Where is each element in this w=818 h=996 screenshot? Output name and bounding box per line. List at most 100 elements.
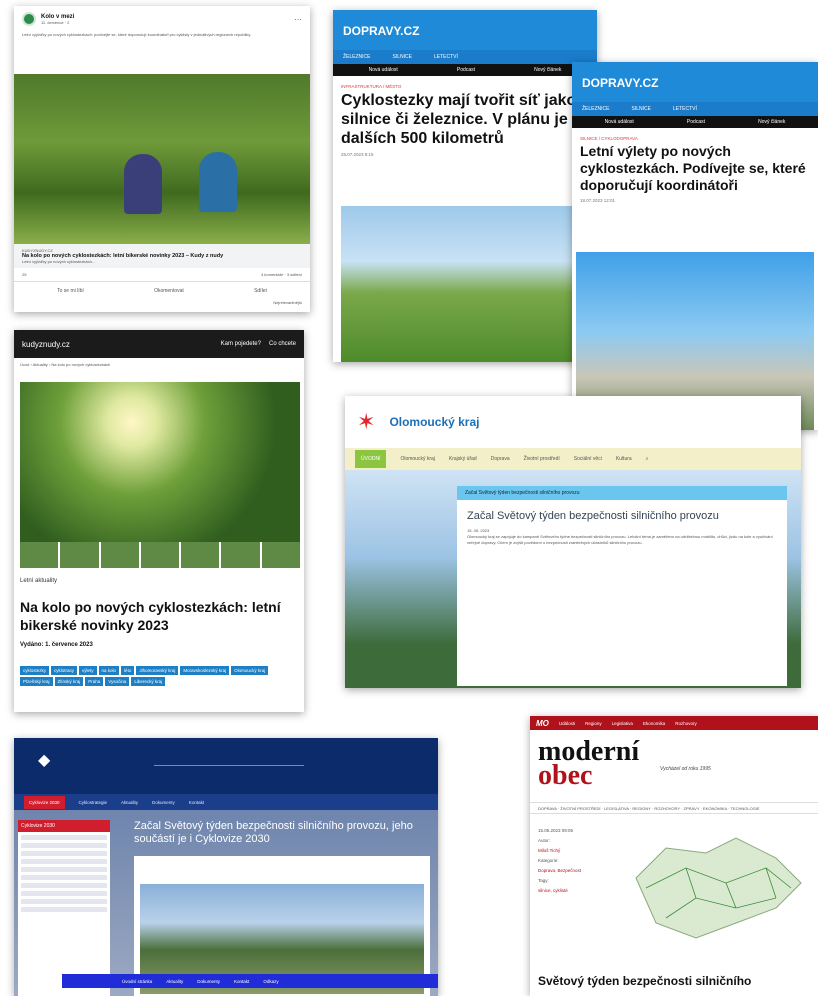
- tag[interactable]: cyklostezky: [20, 666, 50, 675]
- gallery-thumbnails[interactable]: [20, 542, 300, 568]
- nav-item[interactable]: LETECTVÍ: [434, 54, 458, 60]
- thumbnail[interactable]: [100, 542, 139, 568]
- article-date: 18.07.2023 12:01: [580, 198, 616, 203]
- nav-item[interactable]: Dokumenty: [152, 800, 175, 805]
- thumbnail[interactable]: [60, 542, 99, 568]
- reaction-count[interactable]: 25: [22, 272, 26, 277]
- top-link[interactable]: Události: [559, 721, 575, 726]
- publisher-logo[interactable]: MO: [536, 719, 549, 728]
- nav-item[interactable]: SILNICE: [632, 106, 651, 112]
- tag[interactable]: cyklotrasy: [51, 666, 78, 675]
- article-category[interactable]: SILNICE / CYKLODOPRAVA: [572, 128, 818, 143]
- nav-item[interactable]: Krajský úřad: [449, 456, 477, 462]
- top-link[interactable]: Ekonomika: [643, 721, 665, 726]
- sub-bar-item[interactable]: Nová událost: [605, 119, 634, 125]
- sidebar: Cyklovize 2030: [18, 820, 110, 996]
- tag[interactable]: Olomoucký kraj: [231, 666, 269, 675]
- site-logo[interactable]: DOPRAVY.CZ: [333, 10, 597, 50]
- nav-item[interactable]: Cyklostrategie: [79, 800, 108, 805]
- nav-item[interactable]: ŽELEZNICE: [343, 54, 371, 60]
- site-brand[interactable]: Olomoucký kraj: [389, 415, 479, 429]
- breadcrumb[interactable]: Začal Světový týden bezpečnosti silniční…: [457, 486, 787, 500]
- czech-map-graphic: [635, 837, 802, 939]
- post-text: Letní vyjížďky po nových cyklostezkách: …: [22, 32, 252, 37]
- nav-link[interactable]: Kam pojedete?: [221, 341, 261, 347]
- thumbnail[interactable]: [261, 542, 300, 568]
- sub-bar-item[interactable]: Nový článek: [534, 67, 561, 73]
- thumbnail[interactable]: [20, 542, 59, 568]
- sidebar-title[interactable]: Cyklovize 2030: [18, 820, 110, 832]
- page-name[interactable]: Kolo v mezi: [41, 14, 74, 20]
- nav-item-active[interactable]: ÚVODNÍ: [355, 450, 387, 468]
- tag[interactable]: Liberecký kraj: [131, 677, 166, 686]
- tag[interactable]: Moravskoslezský kraj: [180, 666, 230, 675]
- facebook-post-card: Kolo v mezi 11. července · 2 ⋯ Letní vyj…: [14, 6, 310, 312]
- like-button[interactable]: To se mi líbí: [57, 288, 84, 294]
- tag[interactable]: Zlínský kraj: [54, 677, 84, 686]
- tag[interactable]: výlety: [79, 666, 97, 675]
- nav-item-active[interactable]: Cyklovize 2030: [24, 795, 65, 809]
- tag[interactable]: Vysočina: [105, 677, 130, 686]
- comment-button[interactable]: Okomentovat: [154, 288, 184, 294]
- star-logo-icon: ✶: [357, 409, 376, 434]
- kudyznudy-article-card: kudyznudy.cz Kam pojedete? Co chcete Úvo…: [14, 330, 304, 712]
- cyclist-figure: [199, 152, 237, 212]
- nav-item[interactable]: Kontakt: [189, 800, 204, 805]
- search-icon[interactable]: ⌕: [646, 456, 649, 462]
- sub-bar-item[interactable]: Nová událost: [369, 67, 398, 73]
- top-link[interactable]: Regiony: [585, 721, 602, 726]
- nav-item[interactable]: Sociální věci: [574, 456, 602, 462]
- article-date: 25.07.2023 9:15: [341, 152, 374, 157]
- category-link[interactable]: Doprava, Bezpečnost: [538, 866, 581, 876]
- tags-link[interactable]: silnice, cyklisté: [538, 886, 581, 896]
- search-input[interactable]: [154, 756, 304, 766]
- masthead-line: obec: [538, 760, 593, 791]
- post-stats[interactable]: 4 komentáře · 3 sdílení: [261, 272, 302, 277]
- site-header: DOPRAVY.CZ ŽELEZNICE SILNICE LETECTVÍ: [572, 62, 818, 116]
- footer-link[interactable]: Dokumenty: [197, 979, 220, 984]
- masthead[interactable]: moderní obec: [538, 738, 639, 791]
- thumbnail[interactable]: [140, 542, 180, 568]
- top-link[interactable]: Legislativa: [612, 721, 633, 726]
- footer-link[interactable]: Úvodní stránka: [122, 979, 152, 984]
- tag[interactable]: Praha: [85, 677, 104, 686]
- sub-bar-item[interactable]: Nový článek: [758, 119, 785, 125]
- more-icon[interactable]: ⋯: [294, 15, 302, 24]
- footer-bar: Úvodní stránka Aktuality Dokumenty Konta…: [62, 974, 438, 988]
- tag[interactable]: na kolo: [98, 666, 120, 675]
- article-category[interactable]: INFRASTRUKTURA / MĚSTO: [333, 76, 597, 91]
- nav-item[interactable]: Doprava: [491, 456, 510, 462]
- page-avatar[interactable]: [22, 12, 36, 26]
- thumbnail[interactable]: [181, 542, 220, 568]
- post-photo[interactable]: [14, 74, 310, 244]
- site-logo[interactable]: DOPRAVY.CZ: [572, 62, 818, 102]
- tag[interactable]: léto: [121, 666, 135, 675]
- tag[interactable]: Jihomoravský kraj: [136, 666, 179, 675]
- nav-item[interactable]: ŽELEZNICE: [582, 106, 610, 112]
- site-logo[interactable]: kudyznudy.cz: [22, 340, 70, 349]
- nav-item[interactable]: Kultura: [616, 456, 632, 462]
- nav-item[interactable]: SILNICE: [393, 54, 412, 60]
- doprava-article-card-1: DOPRAVY.CZ ŽELEZNICE SILNICE LETECTVÍ No…: [333, 10, 597, 362]
- section-nav[interactable]: DOPRAVA · ŽIVOTNÍ PROSTŘEDÍ · LEGISLATIV…: [530, 802, 818, 814]
- link-preview[interactable]: KUDYZNUDY.CZ Na kolo po nových cyklostez…: [14, 244, 310, 268]
- sub-bar: Nová událost Podcast Nový článek: [572, 116, 818, 128]
- thumbnail[interactable]: [221, 542, 260, 568]
- nav-item[interactable]: Životní prostředí: [524, 456, 560, 462]
- footer-link[interactable]: Kontakt: [234, 979, 249, 984]
- sub-bar-item[interactable]: Podcast: [687, 119, 705, 125]
- footer-link[interactable]: Odkazy: [263, 979, 278, 984]
- nav-item[interactable]: Aktuality: [121, 800, 138, 805]
- site-header: DOPRAVY.CZ ŽELEZNICE SILNICE LETECTVÍ: [333, 10, 597, 64]
- sort-comments[interactable]: Nejrelevantnější: [14, 300, 310, 305]
- breadcrumb[interactable]: Úvod › Aktuality › Na kolo po nových cyk…: [14, 358, 304, 371]
- top-link[interactable]: Rozhovory: [675, 721, 697, 726]
- tag[interactable]: Plzeňský kraj: [20, 677, 53, 686]
- nav-link[interactable]: Co chcete: [269, 341, 296, 347]
- nav-item[interactable]: LETECTVÍ: [673, 106, 697, 112]
- footer-link[interactable]: Aktuality: [166, 979, 183, 984]
- author-link[interactable]: Miloš Tichý: [538, 846, 581, 856]
- share-button[interactable]: Sdílet: [254, 288, 267, 294]
- nav-item[interactable]: Olomoucký kraj: [400, 456, 434, 462]
- sub-bar-item[interactable]: Podcast: [457, 67, 475, 73]
